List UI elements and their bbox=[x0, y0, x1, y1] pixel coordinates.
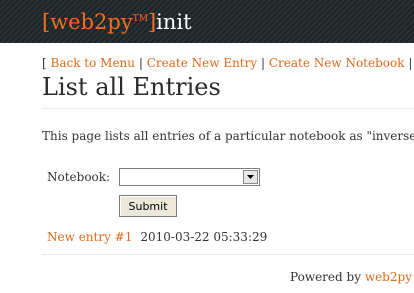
menu-separator: | bbox=[138, 56, 143, 70]
list-item: New entry #1 2010-03-22 05:33:29 bbox=[47, 230, 267, 244]
menu-separator: | bbox=[260, 56, 266, 70]
menu-create-new-notebook[interactable]: Create New Notebook bbox=[269, 56, 405, 70]
page-description: This page lists all entries of a particu… bbox=[42, 129, 414, 143]
menu-back-to-menu[interactable]: Back to Menu bbox=[51, 56, 136, 70]
footer-prefix: Powered by bbox=[290, 270, 361, 284]
entry-date: 2010-03-22 05:33:29 bbox=[140, 230, 268, 244]
header-bar: [web2pyTM]init bbox=[0, 0, 414, 43]
menu-open-bracket: [ bbox=[42, 56, 47, 70]
footer-web2py-link[interactable]: web2py bbox=[365, 270, 412, 284]
page-title: List all Entries bbox=[42, 73, 221, 101]
dropdown-arrow-icon[interactable] bbox=[243, 170, 258, 184]
logo-bracket-close: ] bbox=[147, 10, 157, 34]
footer-divider bbox=[42, 254, 414, 255]
logo-app-name: init bbox=[156, 10, 192, 34]
menu-create-new-entry[interactable]: Create New Entry bbox=[147, 56, 257, 70]
top-menu: [ Back to Menu | Create New Entry | Crea… bbox=[42, 56, 414, 70]
submit-button[interactable]: Submit bbox=[119, 195, 177, 217]
notebook-select[interactable] bbox=[119, 168, 260, 186]
entry-title-link[interactable]: New entry #1 bbox=[47, 230, 132, 244]
app-logo[interactable]: [web2pyTM]init bbox=[42, 4, 192, 34]
notebook-label: Notebook: bbox=[47, 170, 111, 184]
logo-tm: TM bbox=[132, 14, 148, 24]
menu-separator: | bbox=[408, 56, 413, 70]
title-divider bbox=[42, 108, 414, 109]
logo-brand: [web2py bbox=[42, 10, 133, 34]
footer: Powered by web2py bbox=[290, 270, 412, 284]
